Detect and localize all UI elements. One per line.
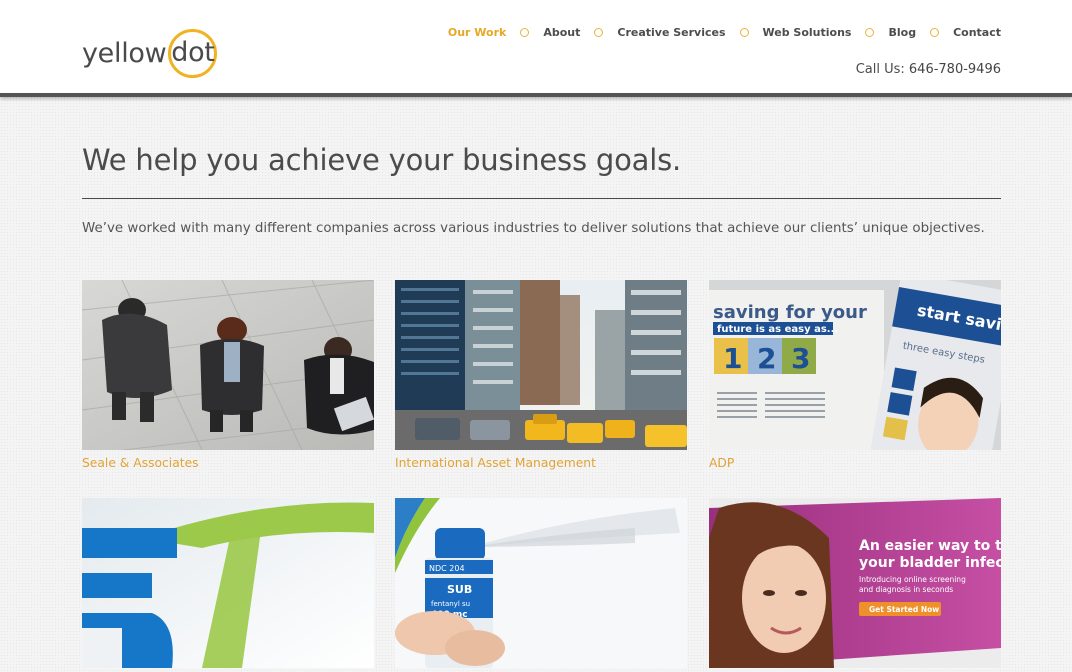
nav-separator-icon bbox=[520, 28, 530, 37]
ad-headline-1: An easier way to t bbox=[859, 538, 1001, 554]
portfolio-thumb-5[interactable]: NDC 204 SUB fentanyl su 400 mc bbox=[395, 498, 687, 668]
logo[interactable]: yellow dot bbox=[82, 28, 218, 78]
phone-info: Call Us: 646-780-9496 bbox=[856, 62, 1001, 77]
portfolio-card: International Asset Management bbox=[395, 280, 687, 470]
nav-separator-icon bbox=[739, 28, 749, 37]
adp-headline-1: saving for your bbox=[713, 302, 867, 323]
logo-ring: dot bbox=[168, 28, 218, 78]
nav-separator-icon bbox=[865, 28, 875, 37]
nav-web-solutions[interactable]: Web Solutions bbox=[763, 26, 852, 39]
logo-text-dot: dot bbox=[171, 36, 215, 68]
logo-closeup-image bbox=[82, 498, 374, 668]
business-people-image bbox=[82, 280, 374, 450]
portfolio-thumb-seale[interactable] bbox=[82, 280, 374, 450]
nav-creative-services[interactable]: Creative Services bbox=[617, 26, 725, 39]
spray-sub-text: SUB bbox=[447, 583, 472, 596]
logo-text-yellow: yellow bbox=[82, 37, 167, 69]
adp-number-2: 2 bbox=[757, 342, 776, 375]
page-title: We help you achieve your business goals. bbox=[82, 143, 682, 177]
adp-number-3: 3 bbox=[791, 342, 810, 375]
adp-number-1: 1 bbox=[723, 342, 742, 375]
phone-label: Call Us: bbox=[855, 62, 905, 77]
spray-drug-text: fentanyl su bbox=[431, 600, 470, 608]
adp-headline-2: future is as easy as... bbox=[717, 324, 838, 335]
title-divider bbox=[82, 198, 1001, 199]
portfolio-thumb-6[interactable]: An easier way to t your bladder infec In… bbox=[709, 498, 1001, 668]
nasal-spray-image: NDC 204 SUB fentanyl su 400 mc bbox=[395, 498, 687, 668]
spray-ndc-text: NDC 204 bbox=[429, 564, 465, 573]
nav-blog[interactable]: Blog bbox=[888, 26, 916, 39]
header-divider bbox=[0, 93, 1072, 97]
portfolio-thumb-adp[interactable]: saving for your future is as easy as... … bbox=[709, 280, 1001, 450]
portfolio-card bbox=[82, 498, 374, 672]
nav-contact[interactable]: Contact bbox=[953, 26, 1001, 39]
portfolio-card: Seale & Associates bbox=[82, 280, 374, 470]
phone-number: 646-780-9496 bbox=[908, 62, 1001, 77]
portfolio-thumb-iam[interactable] bbox=[395, 280, 687, 450]
nav-separator-icon bbox=[930, 28, 940, 37]
intro-text: We’ve worked with many different compani… bbox=[82, 221, 985, 236]
main-nav: Our Work About Creative Services Web Sol… bbox=[448, 26, 1001, 39]
ad-cta: Get Started Now bbox=[869, 605, 939, 614]
nav-about[interactable]: About bbox=[543, 26, 580, 39]
ad-headline-2: your bladder infec bbox=[859, 555, 1001, 571]
ad-body-2: and diagnosis in seconds bbox=[859, 585, 953, 594]
portfolio-card: NDC 204 SUB fentanyl su 400 mc bbox=[395, 498, 687, 672]
site-header: yellow dot Our Work About Creative Servi… bbox=[0, 0, 1072, 93]
city-street-image bbox=[395, 280, 687, 450]
nav-our-work[interactable]: Our Work bbox=[448, 26, 506, 39]
portfolio-thumb-4[interactable] bbox=[82, 498, 374, 668]
portfolio-title-adp[interactable]: ADP bbox=[709, 456, 1001, 470]
portfolio-card: saving for your future is as easy as... … bbox=[709, 280, 1001, 470]
portfolio-title-seale[interactable]: Seale & Associates bbox=[82, 456, 374, 470]
nav-separator-icon bbox=[594, 28, 604, 37]
health-ad-image: An easier way to t your bladder infec In… bbox=[709, 498, 1001, 668]
brochure-image: saving for your future is as easy as... … bbox=[709, 280, 1001, 450]
portfolio-title-iam[interactable]: International Asset Management bbox=[395, 456, 687, 470]
portfolio-card: An easier way to t your bladder infec In… bbox=[709, 498, 1001, 672]
ad-body-1: Introducing online screening bbox=[859, 575, 966, 584]
